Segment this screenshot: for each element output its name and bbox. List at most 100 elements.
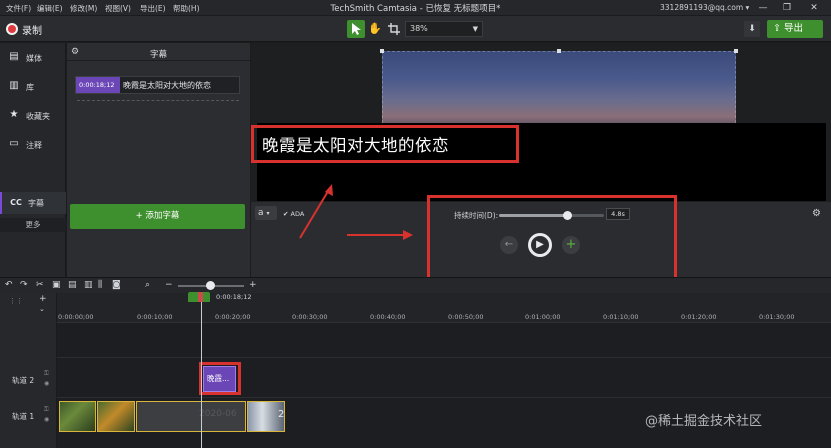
track-row-2[interactable] [57, 357, 831, 397]
main-toolbar: 录制 ✋ 38% ▼ ⬇ ⇪ 导出 [0, 16, 831, 42]
highlight-box [427, 195, 677, 280]
divider [67, 60, 250, 61]
sidebar-item-captions[interactable]: CC 字幕 [0, 192, 66, 214]
crop-tool-icon[interactable] [385, 20, 403, 38]
split-icon[interactable]: ▥ [84, 280, 93, 290]
library-icon: ▥ [9, 80, 19, 91]
sidebar-item-annotations[interactable]: ▭ 注释 [0, 134, 66, 156]
sidebar-item-label: 库 [26, 83, 34, 92]
panel-title: 字幕 [149, 50, 167, 60]
pan-tool-icon[interactable]: ✋ [366, 20, 384, 38]
menu-file[interactable]: 文件(F) [6, 3, 31, 14]
ruler-tick-label: 0:00:00;00 [58, 313, 94, 321]
camera-icon[interactable]: ◙ [112, 280, 121, 290]
ruler-tick-label: 0:01:20;00 [681, 313, 717, 321]
eye-icon[interactable]: ◉ [44, 416, 49, 423]
sidebar-item-media[interactable]: ▤ 媒体 [0, 47, 66, 69]
film-icon: ▤ [9, 51, 19, 62]
ruler-tick-label: 0:01:30;00 [759, 313, 795, 321]
record-label[interactable]: 录制 [22, 22, 42, 37]
ruler-tick-label: 0:01:00;00 [525, 313, 561, 321]
add-caption-button[interactable]: + 添加字幕 [70, 204, 245, 229]
star-icon: ★ [9, 109, 19, 120]
restore-button[interactable]: ❐ [776, 1, 798, 15]
track-2-label: 轨道 2 [12, 376, 35, 385]
cc-icon: CC [10, 198, 22, 207]
lock-icon[interactable]: ⚿ [44, 370, 49, 378]
menu-help[interactable]: 帮助(H) [173, 3, 200, 14]
redo-icon[interactable]: ↷ [20, 280, 28, 290]
gear-icon[interactable]: ⚙ [812, 208, 821, 219]
caption-timestamp: 0:00:18;12 [76, 77, 120, 93]
captions-panel: ⚙ 字幕 0:00:18;12 晚霞是太阳对大地的依恋 + 添加字幕 [67, 43, 250, 277]
close-button[interactable]: ✕ [803, 1, 825, 15]
clip-label: 2020-06 [199, 409, 237, 419]
add-track-icon[interactable]: + [39, 294, 47, 304]
menu-bar: 文件(F) 编辑(E) 修改(M) 视图(V) 导出(E) 帮助(H) Tech… [0, 0, 831, 16]
canvas-preview: 晚霞是太阳对大地的依恋 a ▾ ✔ ADA 持续时间(D): 4.8s ⚙ ← ▶… [251, 43, 831, 280]
menu-modify[interactable]: 修改(M) [70, 3, 97, 14]
upload-icon: ⇪ [773, 23, 781, 34]
lock-icon[interactable]: ⚿ [44, 406, 49, 414]
playhead-time: 0:00:18;12 [216, 293, 252, 301]
ruler-tick-label: 0:00:40;00 [370, 313, 406, 321]
zoom-value: 38% [410, 24, 428, 33]
menu-edit[interactable]: 编辑(E) [37, 3, 63, 14]
media-clip[interactable] [97, 401, 135, 432]
track-lock-icon[interactable]: ⋮⋮ [9, 297, 23, 305]
chevron-down-icon[interactable]: ⌄ [39, 305, 45, 313]
zoom-out-icon[interactable]: − [165, 280, 173, 290]
eye-icon[interactable]: ◉ [44, 380, 49, 387]
split-icon[interactable]: ⫼ [98, 280, 102, 290]
playhead-marker[interactable] [198, 292, 203, 302]
caption-entry[interactable]: 0:00:18;12 晚霞是太阳对大地的依恋 [75, 76, 240, 94]
video-preview[interactable] [380, 49, 738, 133]
ruler-tick-label: 0:00:50;00 [448, 313, 484, 321]
highlight-box [251, 125, 519, 163]
menu-export[interactable]: 导出(E) [140, 3, 166, 14]
ruler-tick-label: 0:00:30;00 [292, 313, 328, 321]
timeline-zoom-thumb[interactable] [206, 281, 215, 290]
chevron-down-icon: ▼ [472, 25, 478, 33]
annotation-arrow [299, 184, 333, 239]
select-tool-icon[interactable] [347, 20, 365, 38]
more-button[interactable]: 更多 [0, 218, 66, 232]
left-sidebar: ▤ 媒体 ▥ 库 ★ 收藏夹 ▭ 注释 CC 字幕 更多 [0, 43, 66, 277]
annotation-icon: ▭ [9, 138, 19, 149]
divider [77, 100, 239, 101]
cut-icon[interactable]: ✂ [36, 280, 44, 290]
media-clip[interactable] [59, 401, 96, 432]
ruler-tick-label: 0:01:10;00 [603, 313, 639, 321]
menu-view[interactable]: 视图(V) [105, 3, 131, 14]
zoom-dropdown[interactable]: 38% ▼ [405, 21, 483, 37]
account-menu[interactable]: 3312891193@qq.com ▾ [660, 3, 749, 12]
sidebar-item-label: 收藏夹 [26, 112, 50, 121]
highlight-box [199, 362, 241, 395]
sidebar-item-label: 媒体 [26, 54, 42, 63]
caption-entry-text[interactable]: 晚霞是太阳对大地的依恋 [123, 80, 211, 91]
minimize-button[interactable]: — [752, 1, 774, 15]
ruler-tick-label: 0:00:20;00 [215, 313, 251, 321]
frame-guides [382, 51, 736, 133]
paste-icon[interactable]: ▤ [68, 280, 77, 290]
copy-icon[interactable]: ▣ [52, 280, 61, 290]
sidebar-item-library[interactable]: ▥ 库 [0, 76, 66, 98]
record-icon[interactable] [6, 23, 18, 35]
undo-icon[interactable]: ↶ [5, 280, 13, 290]
resize-handle[interactable] [557, 49, 561, 53]
annotation-arrow [347, 230, 413, 240]
download-icon[interactable]: ⬇ [744, 21, 760, 37]
watermark: @稀土掘金技术社区 [645, 414, 763, 429]
font-button[interactable]: a ▾ [255, 206, 277, 220]
playhead-line [201, 302, 202, 448]
search-icon[interactable]: ⌕ [145, 280, 150, 290]
export-button[interactable]: ⇪ 导出 [767, 20, 823, 38]
sidebar-item-label: 字幕 [28, 199, 44, 208]
export-label: 导出 [784, 23, 804, 34]
zoom-in-icon[interactable]: + [249, 280, 257, 290]
track-1-label: 轨道 1 [12, 412, 35, 421]
resize-handle[interactable] [380, 49, 384, 53]
sidebar-item-label: 注释 [26, 141, 42, 150]
resize-handle[interactable] [734, 49, 738, 53]
sidebar-item-favorites[interactable]: ★ 收藏夹 [0, 105, 66, 127]
